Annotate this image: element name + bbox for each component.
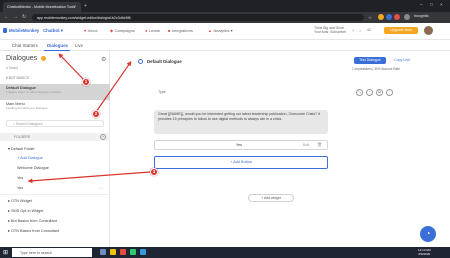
annotation-arrow-3 [27,171,151,184]
annotation-arrow-1 [58,53,87,83]
annotation-marker-1: 1 [82,78,90,86]
annotation-marker-3: 3 [150,168,158,176]
task-view-icon[interactable] [100,249,106,255]
system-clock[interactable]: 12:13 AM 6/6/2020 [418,248,431,256]
app-icon[interactable] [140,249,146,255]
app-icon[interactable] [130,249,136,255]
taskbar-search-input[interactable]: Type here to search [12,248,92,257]
annotation-arrow-2 [95,61,132,113]
clock-date: 6/6/2020 [418,252,431,256]
annotation-arrows [27,53,151,184]
screen: ChatbotMentor - Mobile Monetization Tool… [0,0,450,258]
taskbar-search-placeholder: Type here to search [20,250,52,255]
chrome-icon[interactable] [120,249,126,255]
annotation-marker-2: 2 [92,110,100,118]
start-icon[interactable]: ⊞ [3,249,8,256]
file-explorer-icon[interactable] [110,249,116,255]
